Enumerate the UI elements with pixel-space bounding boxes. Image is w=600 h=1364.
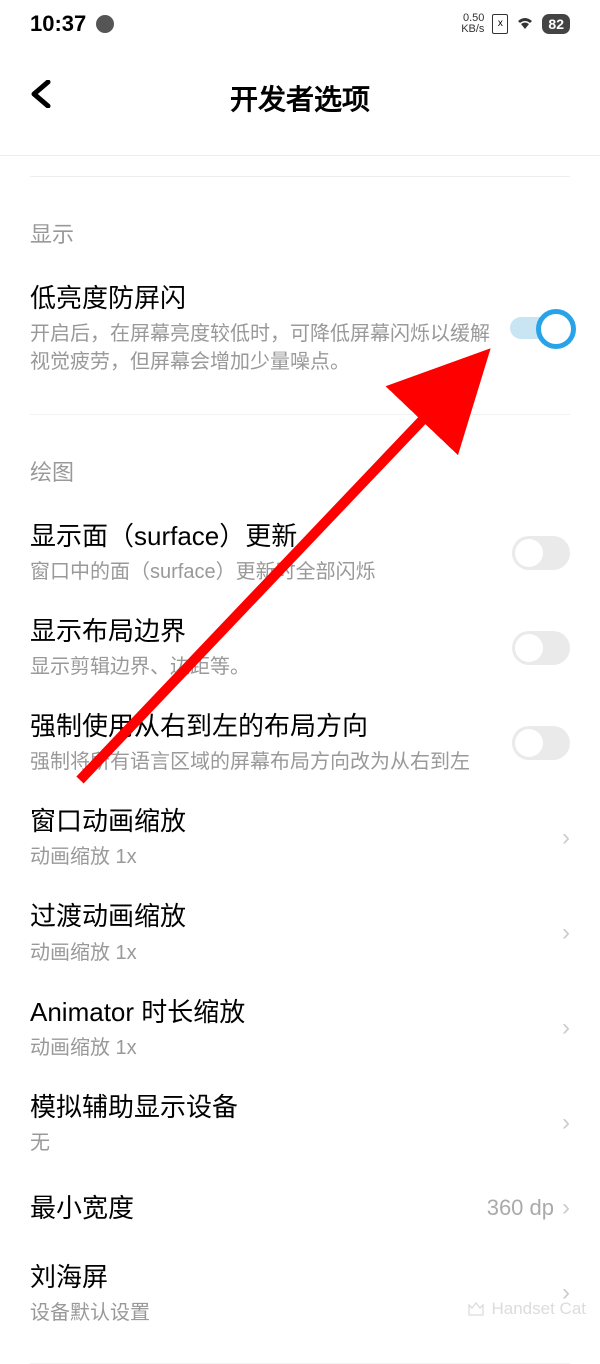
setting-force-rtl[interactable]: 强制使用从右到左的布局方向 强制将所有语言区域的屏幕布局方向改为从右到左	[30, 695, 570, 790]
setting-title: 低亮度防屏闪	[30, 281, 490, 316]
setting-title: 最小宽度	[30, 1191, 467, 1226]
setting-title: 显示布局边界	[30, 614, 492, 649]
battery-indicator: 82	[542, 14, 570, 34]
setting-desc: 开启后，在屏幕亮度较低时，可降低屏幕闪烁以缓解视觉疲劳，但屏幕会增加少量噪点。	[30, 320, 490, 376]
setting-secondary-display[interactable]: 模拟辅助显示设备 无 ›	[30, 1076, 570, 1171]
surface-updates-toggle[interactable]	[512, 536, 570, 570]
setting-desc: 窗口中的面（surface）更新时全部闪烁	[30, 558, 492, 586]
setting-transition-anim[interactable]: 过渡动画缩放 动画缩放 1x ›	[30, 885, 570, 980]
setting-desc: 动画缩放 1x	[30, 1034, 542, 1062]
chevron-right-icon: ›	[562, 1014, 570, 1042]
layout-bounds-toggle[interactable]	[512, 631, 570, 665]
watermark: Handset Cat	[466, 1299, 587, 1319]
setting-desc: 动画缩放 1x	[30, 939, 542, 967]
setting-title: 过渡动画缩放	[30, 899, 542, 934]
header-separator	[0, 155, 600, 156]
setting-title: 刘海屏	[30, 1260, 542, 1295]
setting-title: 模拟辅助显示设备	[30, 1090, 542, 1125]
section-header-display: 显示	[30, 177, 570, 267]
setting-surface-updates[interactable]: 显示面（surface）更新 窗口中的面（surface）更新时全部闪烁	[30, 505, 570, 600]
anti-flicker-toggle[interactable]	[510, 309, 570, 349]
page-title: 开发者选项	[0, 78, 600, 118]
setting-layout-bounds[interactable]: 显示布局边界 显示剪辑边界、边距等。	[30, 600, 570, 695]
setting-value: 360 dp	[487, 1195, 554, 1221]
setting-title: 显示面（surface）更新	[30, 519, 492, 554]
chevron-right-icon: ›	[562, 1109, 570, 1137]
setting-desc: 动画缩放 1x	[30, 843, 542, 871]
compass-icon	[96, 15, 114, 33]
setting-anti-flicker[interactable]: 低亮度防屏闪 开启后，在屏幕亮度较低时，可降低屏幕闪烁以缓解视觉疲劳，但屏幕会增…	[30, 267, 570, 390]
sim-icon: x	[492, 14, 508, 34]
setting-window-anim[interactable]: 窗口动画缩放 动画缩放 1x ›	[30, 790, 570, 885]
network-speed-indicator: 0.50 KB/s	[461, 13, 484, 35]
setting-desc: 无	[30, 1129, 542, 1157]
force-rtl-toggle[interactable]	[512, 726, 570, 760]
setting-title: 强制使用从右到左的布局方向	[30, 709, 492, 744]
chevron-right-icon: ›	[562, 919, 570, 947]
setting-title: 窗口动画缩放	[30, 804, 542, 839]
status-bar: 10:37 0.50 KB/s x 82	[0, 0, 600, 50]
wifi-icon	[516, 14, 534, 35]
setting-desc: 强制将所有语言区域的屏幕布局方向改为从右到左	[30, 748, 492, 776]
setting-animator-duration[interactable]: Animator 时长缩放 动画缩放 1x ›	[30, 981, 570, 1076]
chevron-right-icon: ›	[562, 1194, 570, 1222]
back-button[interactable]	[30, 80, 52, 115]
setting-title: Animator 时长缩放	[30, 995, 542, 1030]
status-time: 10:37	[30, 11, 86, 37]
setting-min-width[interactable]: 最小宽度 360 dp ›	[30, 1171, 570, 1246]
section-header-drawing: 绘图	[30, 415, 570, 505]
setting-desc: 显示剪辑边界、边距等。	[30, 653, 492, 681]
chevron-right-icon: ›	[562, 824, 570, 852]
page-header: 开发者选项	[0, 50, 600, 155]
setting-notch[interactable]: 刘海屏 设备默认设置 ›	[30, 1246, 570, 1341]
